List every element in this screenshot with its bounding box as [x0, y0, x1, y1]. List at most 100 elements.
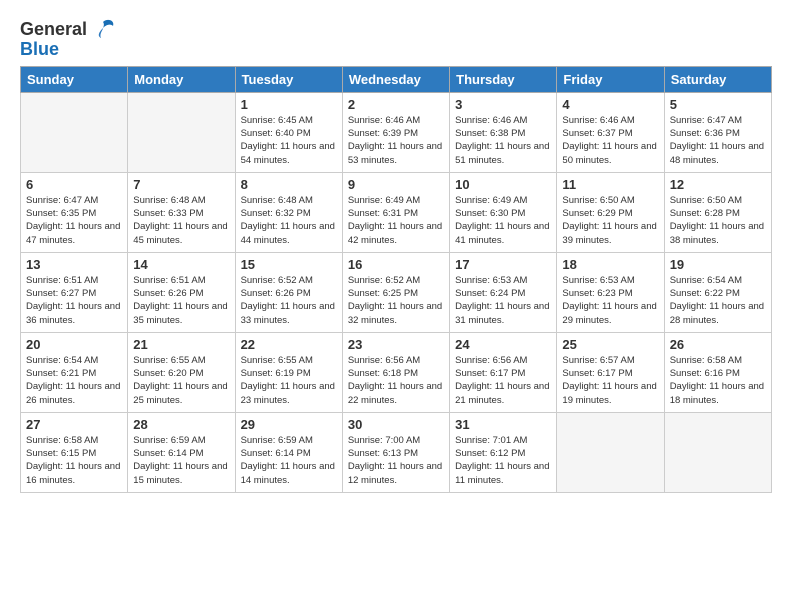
calendar-cell: 2Sunrise: 6:46 AM Sunset: 6:39 PM Daylig… — [342, 92, 449, 172]
day-info: Sunrise: 6:53 AM Sunset: 6:23 PM Dayligh… — [562, 274, 658, 327]
day-number: 21 — [133, 337, 229, 352]
calendar-cell: 26 Sunrise: 6:58 AM Sunset: 6:16 PM Dayli… — [664, 332, 771, 412]
day-info: Sunrise: 6:54 AM Sunset: 6:21 PM Dayligh… — [26, 354, 122, 407]
week-row-5: 27 Sunrise: 6:58 AM Sunset: 6:15 PM Dayli… — [21, 412, 772, 492]
day-number: 5 — [670, 97, 766, 112]
day-info: Sunrise: 6:59 AM Sunset: 6:14 PM Dayligh… — [241, 434, 337, 487]
day-info: Sunrise: 6:53 AM Sunset: 6:24 PM Dayligh… — [455, 274, 551, 327]
calendar-cell: 29 Sunrise: 6:59 AM Sunset: 6:14 PM Dayli… — [235, 412, 342, 492]
weekday-friday: Friday — [557, 66, 664, 92]
calendar-cell: 30 Sunrise: 7:00 AM Sunset: 6:13 PM Dayli… — [342, 412, 449, 492]
day-info: Sunrise: 6:56 AM Sunset: 6:17 PM Dayligh… — [455, 354, 551, 407]
day-info: Sunrise: 6:58 AM Sunset: 6:16 PM Dayligh… — [670, 354, 766, 407]
day-info: Sunrise: 6:50 AM Sunset: 6:29 PM Dayligh… — [562, 194, 658, 247]
calendar-cell: 9 Sunrise: 6:49 AM Sunset: 6:31 PM Daylig… — [342, 172, 449, 252]
day-number: 16 — [348, 257, 444, 272]
weekday-monday: Monday — [128, 66, 235, 92]
week-row-3: 13 Sunrise: 6:51 AM Sunset: 6:27 PM Dayli… — [21, 252, 772, 332]
day-info: Sunrise: 6:47 AM Sunset: 6:35 PM Dayligh… — [26, 194, 122, 247]
calendar-cell: 14 Sunrise: 6:51 AM Sunset: 6:26 PM Dayli… — [128, 252, 235, 332]
calendar-cell: 20 Sunrise: 6:54 AM Sunset: 6:21 PM Dayli… — [21, 332, 128, 412]
day-info: Sunrise: 6:59 AM Sunset: 6:14 PM Dayligh… — [133, 434, 229, 487]
logo-text-general: General — [20, 20, 87, 40]
day-number: 26 — [670, 337, 766, 352]
day-info: Sunrise: 6:54 AM Sunset: 6:22 PM Dayligh… — [670, 274, 766, 327]
calendar-cell: 31Sunrise: 7:01 AM Sunset: 6:12 PM Dayli… — [450, 412, 557, 492]
day-info: Sunrise: 6:49 AM Sunset: 6:30 PM Dayligh… — [455, 194, 551, 247]
weekday-header-row: SundayMondayTuesdayWednesdayThursdayFrid… — [21, 66, 772, 92]
calendar-cell: 4Sunrise: 6:46 AM Sunset: 6:37 PM Daylig… — [557, 92, 664, 172]
day-number: 22 — [241, 337, 337, 352]
calendar-cell: 21 Sunrise: 6:55 AM Sunset: 6:20 PM Dayli… — [128, 332, 235, 412]
calendar-cell: 8Sunrise: 6:48 AM Sunset: 6:32 PM Daylig… — [235, 172, 342, 252]
day-number: 1 — [241, 97, 337, 112]
calendar-cell: 11 Sunrise: 6:50 AM Sunset: 6:29 PM Dayli… — [557, 172, 664, 252]
day-number: 14 — [133, 257, 229, 272]
calendar-cell: 22Sunrise: 6:55 AM Sunset: 6:19 PM Dayli… — [235, 332, 342, 412]
calendar-cell — [557, 412, 664, 492]
calendar-cell: 7 Sunrise: 6:48 AM Sunset: 6:33 PM Daylig… — [128, 172, 235, 252]
calendar-cell — [21, 92, 128, 172]
calendar-cell: 10 Sunrise: 6:49 AM Sunset: 6:30 PM Dayli… — [450, 172, 557, 252]
calendar-cell: 5 Sunrise: 6:47 AM Sunset: 6:36 PM Daylig… — [664, 92, 771, 172]
day-number: 12 — [670, 177, 766, 192]
day-info: Sunrise: 6:47 AM Sunset: 6:36 PM Dayligh… — [670, 114, 766, 167]
calendar-cell — [664, 412, 771, 492]
calendar-cell: 13 Sunrise: 6:51 AM Sunset: 6:27 PM Dayli… — [21, 252, 128, 332]
day-info: Sunrise: 6:55 AM Sunset: 6:20 PM Dayligh… — [133, 354, 229, 407]
calendar-cell: 28 Sunrise: 6:59 AM Sunset: 6:14 PM Dayli… — [128, 412, 235, 492]
day-number: 28 — [133, 417, 229, 432]
day-info: Sunrise: 7:00 AM Sunset: 6:13 PM Dayligh… — [348, 434, 444, 487]
logo: General Blue — [20, 16, 117, 60]
day-info: Sunrise: 6:57 AM Sunset: 6:17 PM Dayligh… — [562, 354, 658, 407]
calendar-cell: 18Sunrise: 6:53 AM Sunset: 6:23 PM Dayli… — [557, 252, 664, 332]
week-row-2: 6Sunrise: 6:47 AM Sunset: 6:35 PM Daylig… — [21, 172, 772, 252]
day-number: 24 — [455, 337, 551, 352]
week-row-4: 20 Sunrise: 6:54 AM Sunset: 6:21 PM Dayli… — [21, 332, 772, 412]
day-info: Sunrise: 6:50 AM Sunset: 6:28 PM Dayligh… — [670, 194, 766, 247]
calendar-cell: 25 Sunrise: 6:57 AM Sunset: 6:17 PM Dayli… — [557, 332, 664, 412]
calendar-cell: 16 Sunrise: 6:52 AM Sunset: 6:25 PM Dayli… — [342, 252, 449, 332]
day-number: 7 — [133, 177, 229, 192]
day-info: Sunrise: 6:46 AM Sunset: 6:38 PM Dayligh… — [455, 114, 551, 167]
day-info: Sunrise: 6:48 AM Sunset: 6:33 PM Dayligh… — [133, 194, 229, 247]
calendar-cell: 17Sunrise: 6:53 AM Sunset: 6:24 PM Dayli… — [450, 252, 557, 332]
logo-text-blue: Blue — [20, 40, 59, 60]
weekday-saturday: Saturday — [664, 66, 771, 92]
day-info: Sunrise: 6:49 AM Sunset: 6:31 PM Dayligh… — [348, 194, 444, 247]
weekday-sunday: Sunday — [21, 66, 128, 92]
day-info: Sunrise: 6:45 AM Sunset: 6:40 PM Dayligh… — [241, 114, 337, 167]
day-number: 9 — [348, 177, 444, 192]
calendar-cell: 27 Sunrise: 6:58 AM Sunset: 6:15 PM Dayli… — [21, 412, 128, 492]
day-number: 23 — [348, 337, 444, 352]
calendar-cell: 15 Sunrise: 6:52 AM Sunset: 6:26 PM Dayli… — [235, 252, 342, 332]
day-number: 19 — [670, 257, 766, 272]
calendar-cell: 12 Sunrise: 6:50 AM Sunset: 6:28 PM Dayli… — [664, 172, 771, 252]
day-number: 3 — [455, 97, 551, 112]
calendar-cell: 6Sunrise: 6:47 AM Sunset: 6:35 PM Daylig… — [21, 172, 128, 252]
page: General Blue SundayMondayTuesdayWednesda… — [0, 0, 792, 509]
day-number: 4 — [562, 97, 658, 112]
day-number: 30 — [348, 417, 444, 432]
day-number: 10 — [455, 177, 551, 192]
day-number: 20 — [26, 337, 122, 352]
day-number: 13 — [26, 257, 122, 272]
day-number: 2 — [348, 97, 444, 112]
day-info: Sunrise: 6:51 AM Sunset: 6:26 PM Dayligh… — [133, 274, 229, 327]
day-number: 27 — [26, 417, 122, 432]
day-info: Sunrise: 6:51 AM Sunset: 6:27 PM Dayligh… — [26, 274, 122, 327]
weekday-wednesday: Wednesday — [342, 66, 449, 92]
day-info: Sunrise: 6:52 AM Sunset: 6:25 PM Dayligh… — [348, 274, 444, 327]
day-info: Sunrise: 6:56 AM Sunset: 6:18 PM Dayligh… — [348, 354, 444, 407]
logo-bird-icon — [89, 16, 117, 44]
day-info: Sunrise: 6:58 AM Sunset: 6:15 PM Dayligh… — [26, 434, 122, 487]
calendar-cell: 1 Sunrise: 6:45 AM Sunset: 6:40 PM Daylig… — [235, 92, 342, 172]
calendar-table: SundayMondayTuesdayWednesdayThursdayFrid… — [20, 66, 772, 493]
day-number: 8 — [241, 177, 337, 192]
day-info: Sunrise: 6:52 AM Sunset: 6:26 PM Dayligh… — [241, 274, 337, 327]
day-number: 29 — [241, 417, 337, 432]
day-number: 11 — [562, 177, 658, 192]
day-number: 15 — [241, 257, 337, 272]
week-row-1: 1 Sunrise: 6:45 AM Sunset: 6:40 PM Daylig… — [21, 92, 772, 172]
day-number: 25 — [562, 337, 658, 352]
